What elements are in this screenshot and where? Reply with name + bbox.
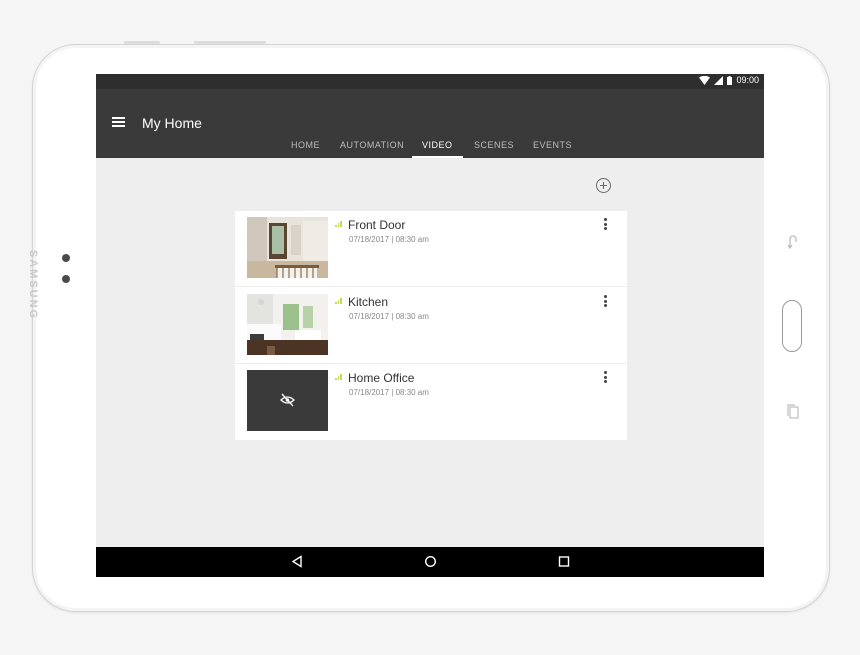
cell-signal-icon [714,75,724,85]
more-vert-icon[interactable] [604,295,607,309]
camera-timestamp: 07/18/2017 | 08:30 am [349,312,429,321]
app-bar: My Home HOME AUTOMATION VIDEO SCENES EVE… [96,89,764,158]
home-circle-icon[interactable] [424,555,437,568]
volume-button [194,41,266,44]
camera-name: Kitchen [348,295,389,309]
camera-row-front-door[interactable]: Front Door 07/18/2017 | 08:30 am [235,211,627,287]
tab-events[interactable]: EVENTS [533,140,572,158]
recents-square-icon[interactable] [558,555,570,568]
camera-list: Front Door 07/18/2017 | 08:30 am Kitchen… [235,211,627,440]
hardware-recents-icon[interactable] [787,403,799,422]
eye-off-icon [280,393,295,407]
device-screen: 09:00 My Home HOME AUTOMATION VIDEO SCEN… [96,74,764,577]
add-camera-button[interactable] [596,178,611,193]
camera-timestamp: 07/18/2017 | 08:30 am [349,388,429,397]
hardware-back-icon[interactable] [787,233,799,252]
signal-strength-icon [335,221,343,227]
navigation-bar [96,547,764,577]
light-sensor [62,275,70,283]
front-camera [62,254,70,262]
tab-video[interactable]: VIDEO [412,140,463,158]
tab-scenes[interactable]: SCENES [474,140,514,158]
camera-thumbnail[interactable] [247,217,328,278]
tab-automation[interactable]: AUTOMATION [340,140,404,158]
kitchen-snapshot [247,294,328,355]
tab-home[interactable]: HOME [291,140,320,158]
camera-row-kitchen[interactable]: Kitchen 07/18/2017 | 08:30 am [235,288,627,364]
more-vert-icon[interactable] [604,371,607,385]
back-triangle-icon[interactable] [291,555,303,568]
page-title: My Home [142,115,202,131]
camera-thumbnail[interactable] [247,294,328,355]
hamburger-menu-icon[interactable] [112,117,125,129]
clock: 09:00 [736,75,759,85]
camera-name: Front Door [348,218,406,232]
signal-strength-icon [335,374,343,380]
front-door-snapshot [247,217,328,278]
status-bar: 09:00 [96,74,764,89]
camera-thumbnail[interactable] [247,370,328,431]
camera-timestamp: 07/18/2017 | 08:30 am [349,235,429,244]
camera-name: Home Office [348,371,415,385]
add-circle-icon [600,182,607,189]
signal-strength-icon [335,298,343,304]
tab-bar: HOME AUTOMATION VIDEO SCENES EVENTS [96,140,764,158]
battery-icon [727,75,733,85]
hardware-home-button[interactable] [782,300,802,352]
camera-row-home-office[interactable]: Home Office 07/18/2017 | 08:30 am [235,364,627,440]
more-vert-icon[interactable] [604,218,607,232]
brand-logo: SAMSUNG [27,249,39,321]
power-button [124,41,160,44]
wifi-icon [699,75,711,85]
